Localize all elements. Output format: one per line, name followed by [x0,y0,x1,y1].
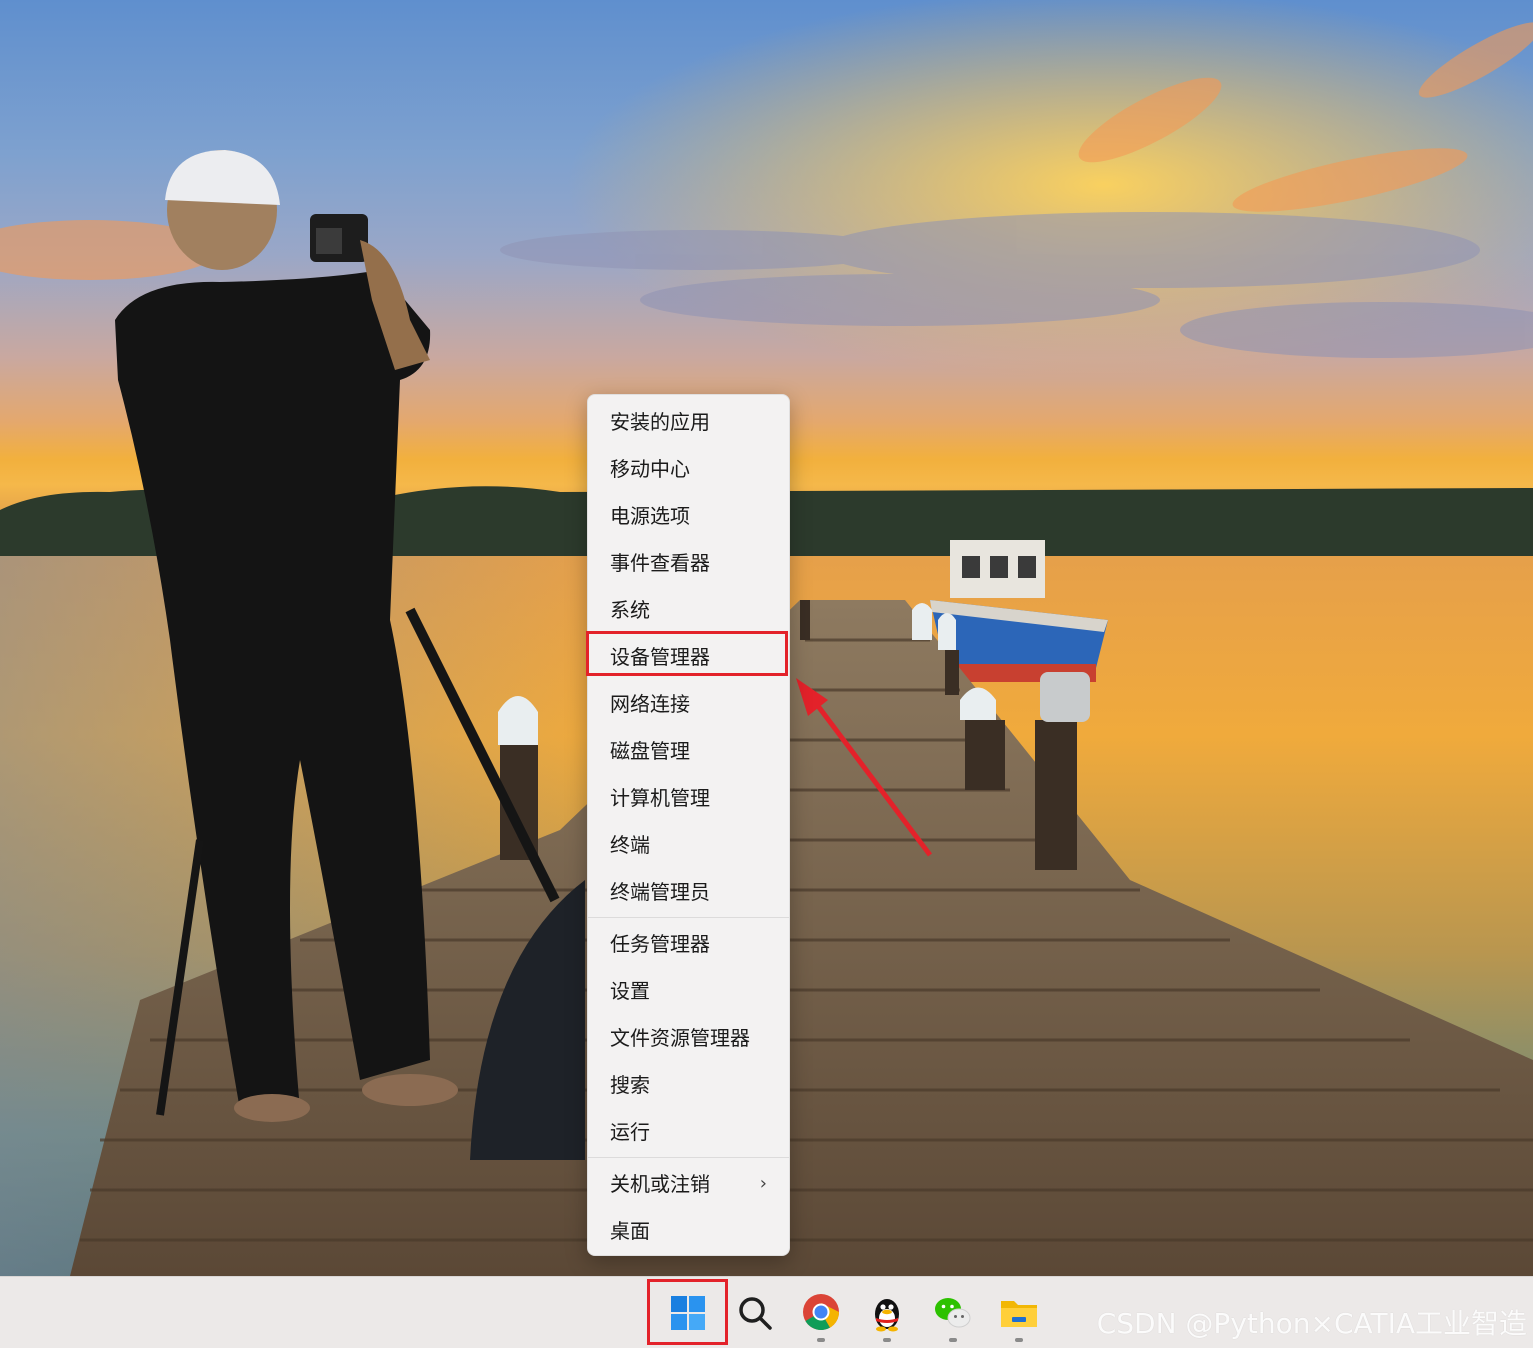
menu-item-task-manager[interactable]: 任务管理器 [588,924,789,964]
menu-separator [588,917,789,918]
search-button[interactable] [729,1287,781,1339]
menu-item-label: 关机或注销 [610,1172,710,1196]
menu-item-desktop[interactable]: 桌面 [588,1211,789,1251]
menu-item-file-explorer[interactable]: 文件资源管理器 [588,1018,789,1058]
menu-item-disk-management[interactable]: 磁盘管理 [588,731,789,771]
menu-item-computer-management[interactable]: 计算机管理 [588,778,789,818]
watermark-text: CSDN @Python×CATIA工业智造 [1096,1307,1527,1340]
menu-item-event-viewer[interactable]: 事件查看器 [588,543,789,583]
start-button[interactable] [662,1287,714,1339]
menu-item-terminal-admin[interactable]: 终端管理员 [588,872,789,912]
menu-item-network-connections[interactable]: 网络连接 [588,684,789,724]
running-indicator [883,1338,891,1342]
chrome-button[interactable] [795,1287,847,1342]
menu-item-power-options[interactable]: 电源选项 [588,496,789,536]
menu-item-search[interactable]: 搜索 [588,1065,789,1105]
chrome-icon [803,1294,839,1331]
running-indicator [949,1338,957,1342]
running-indicator [817,1338,825,1342]
chevron-right-icon: › [759,1173,767,1194]
running-indicator [1015,1338,1023,1342]
menu-separator [588,1157,789,1158]
search-icon [739,1297,772,1330]
menu-item-mobility-center[interactable]: 移动中心 [588,449,789,489]
menu-item-device-manager[interactable]: 设备管理器 [588,637,789,677]
qq-penguin-icon [875,1299,899,1332]
folder-icon [1001,1301,1037,1327]
start-context-menu: 安装的应用 移动中心 电源选项 事件查看器 系统 设备管理器 网络连接 磁盘管理… [587,394,790,1256]
menu-item-installed-apps[interactable]: 安装的应用 [588,402,789,442]
file-explorer-button[interactable] [993,1287,1045,1342]
menu-item-system[interactable]: 系统 [588,590,789,630]
windows-logo-icon [671,1296,705,1330]
menu-item-shutdown-or-signout[interactable]: 关机或注销 › [588,1164,789,1204]
wechat-icon [935,1298,971,1328]
menu-item-run[interactable]: 运行 [588,1112,789,1152]
menu-item-settings[interactable]: 设置 [588,971,789,1011]
wechat-button[interactable] [927,1287,979,1342]
menu-item-terminal[interactable]: 终端 [588,825,789,865]
qq-button[interactable] [861,1287,913,1342]
